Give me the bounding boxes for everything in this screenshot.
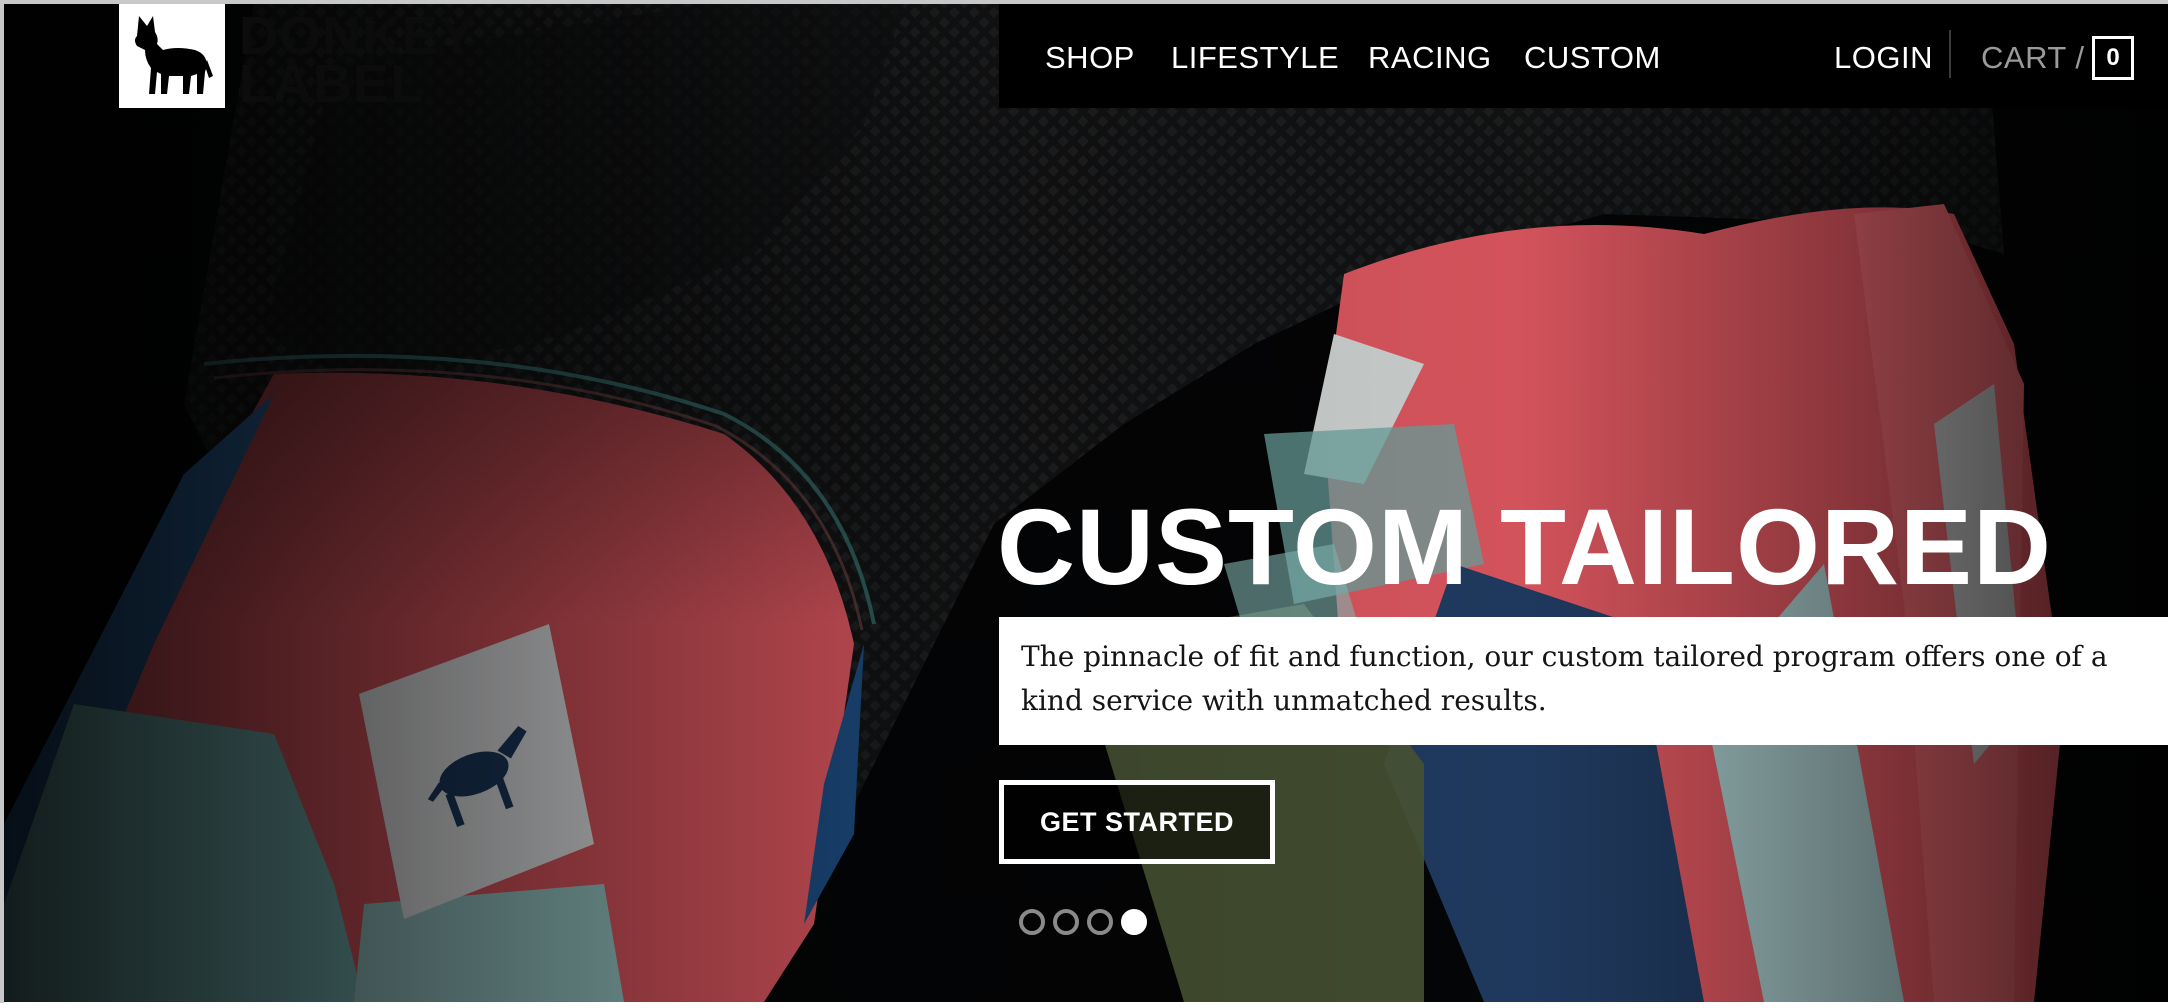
slide-dot-4[interactable]	[1121, 909, 1147, 935]
nav-item-shop[interactable]: SHOP	[1045, 40, 1135, 76]
hero-description-box: The pinnacle of fit and function, our cu…	[999, 617, 2168, 745]
cart-count-badge[interactable]: 0	[2092, 36, 2134, 80]
nav-item-lifestyle[interactable]: LIFESTYLE	[1171, 40, 1339, 76]
nav-item-racing[interactable]: RACING	[1368, 40, 1492, 76]
nav-divider	[1949, 30, 1951, 78]
donkey-logo-icon	[135, 16, 213, 94]
logo-wordmark-line2: LABEL	[239, 54, 424, 114]
site-logo[interactable]	[119, 4, 225, 108]
slide-dot-2[interactable]	[1053, 909, 1079, 935]
get-started-button[interactable]: GET STARTED	[999, 780, 1275, 864]
main-navigation: SHOP LIFESTYLE RACING CUSTOM LOGIN CART …	[999, 4, 2168, 108]
hero-headline: CUSTOM TAILORED	[997, 486, 2052, 607]
logo-wordmark: DONKEY LABEL	[239, 6, 477, 114]
hero-description: The pinnacle of fit and function, our cu…	[1021, 640, 2108, 717]
login-link[interactable]: LOGIN	[1834, 40, 1933, 76]
nav-item-custom[interactable]: CUSTOM	[1524, 40, 1661, 76]
cart-link[interactable]: CART /	[1981, 40, 2085, 76]
hero-slider: DONKEY LABEL SHOP LIFESTYLE RACING CUSTO…	[4, 4, 2168, 1002]
slide-dot-3[interactable]	[1087, 909, 1113, 935]
slide-dot-1[interactable]	[1019, 909, 1045, 935]
logo-wordmark-line1: DONKEY	[239, 6, 477, 66]
slide-indicators	[1019, 909, 1147, 935]
